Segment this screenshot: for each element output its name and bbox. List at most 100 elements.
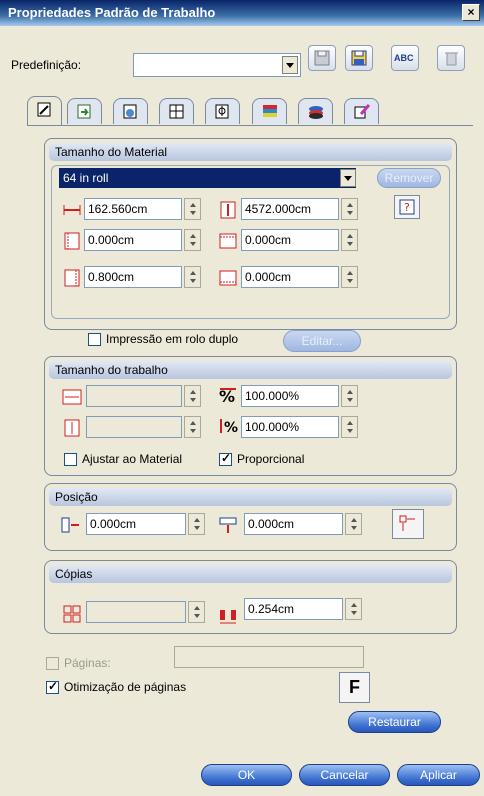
proportional-label: Proporcional [237, 452, 305, 466]
preset-combo[interactable] [133, 53, 301, 77]
tab-tiling[interactable] [159, 98, 194, 124]
scale-x-field[interactable]: 100.000% [241, 385, 339, 407]
scale-x-icon: % [219, 387, 236, 404]
crop-marks-icon [215, 104, 229, 119]
margin-right-icon [64, 269, 80, 287]
double-roll-checkbox[interactable] [88, 333, 101, 346]
length-field[interactable]: 4572.000cm [241, 198, 339, 220]
scale-y-icon: % [220, 419, 238, 435]
tab-layers[interactable] [252, 98, 287, 124]
copies-count-stepper[interactable] [188, 601, 205, 623]
margin-left-icon [64, 232, 80, 250]
paint-icon [354, 104, 371, 119]
delete-preset-button[interactable] [437, 45, 465, 71]
origin-icon [399, 515, 415, 531]
tab-line [27, 125, 473, 126]
optimization-checkbox[interactable] [46, 679, 59, 694]
edit-button[interactable]: Editar... [283, 330, 361, 352]
restore-button[interactable]: Restaurar [348, 711, 441, 733]
tab-marks[interactable] [205, 98, 240, 124]
font-button[interactable]: F [339, 672, 370, 703]
width-icon [63, 205, 81, 215]
abc-icon: ABC [394, 53, 414, 63]
chevron-down-icon[interactable] [282, 56, 298, 74]
preset-label: Predefinição: [11, 58, 82, 72]
tab-image[interactable] [113, 98, 148, 124]
position-x-stepper[interactable] [188, 513, 205, 535]
job-width-icon [62, 389, 82, 405]
proportional-checkbox[interactable] [219, 451, 232, 466]
window-title: Propriedades Padrão de Trabalho [8, 5, 216, 20]
double-roll-label: Impressão em rolo duplo [106, 332, 239, 346]
job-width-stepper[interactable] [184, 385, 201, 407]
position-x-icon [61, 517, 79, 533]
fit-material-checkbox[interactable] [64, 453, 77, 466]
help-icon: ? [399, 199, 415, 215]
job-height-icon [64, 419, 80, 437]
fit-material-label: Ajustar ao Material [82, 452, 183, 466]
tab-size[interactable] [27, 96, 62, 126]
tab-color[interactable] [67, 98, 102, 124]
apply-button[interactable]: Aplicar [397, 764, 480, 786]
scale-y-stepper[interactable] [341, 416, 358, 438]
floppy-disk-icon [351, 50, 367, 66]
tiling-icon [169, 104, 184, 119]
tab-effects[interactable] [344, 98, 379, 124]
copies-spacing-stepper[interactable] [345, 598, 362, 620]
material-combo[interactable]: 64 in roll [59, 168, 356, 188]
save-preset-button[interactable] [308, 45, 336, 71]
length-icon [220, 201, 236, 219]
copies-header: Cópias [49, 565, 452, 583]
job-width-field[interactable] [86, 385, 182, 407]
image-icon [123, 104, 137, 119]
margin-right-stepper[interactable] [184, 266, 201, 288]
trash-icon [445, 52, 458, 66]
pages-checkbox[interactable] [46, 657, 59, 670]
margin-top-stepper[interactable] [341, 229, 358, 251]
optimization-label: Otimização de páginas [64, 680, 187, 694]
job-height-stepper[interactable] [184, 416, 201, 438]
cancel-button[interactable]: Cancelar [299, 764, 390, 786]
margin-bottom-icon [219, 270, 237, 286]
svg-text:?: ? [404, 201, 410, 214]
scale-x-stepper[interactable] [341, 385, 358, 407]
material-size-header: Tamanho do Material [49, 143, 452, 161]
margin-right-field[interactable]: 0.800cm [84, 266, 182, 288]
job-height-field[interactable] [86, 416, 182, 438]
rename-preset-button[interactable]: ABC [391, 45, 419, 71]
copies-count-field[interactable] [86, 601, 186, 623]
color-bars-icon [263, 105, 277, 117]
position-y-icon [219, 517, 237, 533]
length-stepper[interactable] [341, 198, 358, 220]
margin-bottom-stepper[interactable] [341, 266, 358, 288]
remove-button[interactable]: Remover [377, 168, 441, 188]
material-info-button[interactable]: ? [394, 195, 420, 219]
margin-top-field[interactable]: 0.000cm [241, 229, 339, 251]
job-size-header: Tamanho do trabalho [49, 361, 452, 379]
margin-bottom-field[interactable]: 0.000cm [241, 266, 339, 288]
width-stepper[interactable] [184, 198, 201, 220]
page-size-icon [37, 102, 51, 117]
close-button[interactable]: × [462, 4, 480, 21]
pages-field[interactable] [174, 646, 364, 668]
floppy-disk-icon [314, 50, 330, 66]
margin-left-field[interactable]: 0.000cm [84, 229, 182, 251]
copies-spacing-field[interactable]: 0.254cm [244, 598, 343, 620]
position-header: Posição [49, 488, 452, 506]
margin-left-stepper[interactable] [184, 229, 201, 251]
margin-top-icon [219, 233, 237, 249]
position-x-field[interactable]: 0.000cm [86, 513, 186, 535]
ok-button[interactable]: OK [201, 764, 292, 786]
svg-text:%: % [224, 420, 238, 435]
position-y-field[interactable]: 0.000cm [244, 513, 343, 535]
tab-media[interactable] [298, 98, 333, 124]
color-icon [77, 104, 91, 119]
stack-icon [309, 106, 323, 119]
position-origin-button[interactable] [392, 509, 424, 539]
position-y-stepper[interactable] [345, 513, 362, 535]
width-field[interactable]: 162.560cm [84, 198, 182, 220]
chevron-down-icon[interactable] [340, 169, 356, 187]
scale-y-field[interactable]: 100.000% [241, 416, 339, 438]
save-as-preset-button[interactable] [345, 45, 373, 71]
copies-grid-icon [63, 605, 81, 623]
